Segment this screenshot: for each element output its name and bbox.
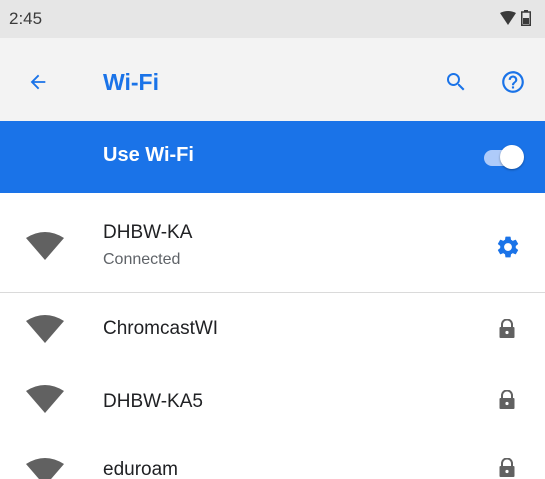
network-row-eduroam[interactable]: eduroam: [0, 436, 545, 479]
page-title: Wi-Fi: [103, 69, 159, 95]
search-button[interactable]: [438, 64, 474, 100]
status-icons: [500, 10, 531, 26]
wifi-signal-icon: [500, 11, 516, 25]
network-name: ChromcastWI: [103, 318, 219, 339]
status-time: 2:45: [9, 9, 43, 28]
wifi-signal-icon: [26, 385, 64, 413]
use-wifi-label: Use Wi-Fi: [103, 144, 194, 166]
network-name: DHBW-KA5: [103, 391, 203, 412]
search-icon: [447, 73, 465, 91]
back-button[interactable]: [20, 64, 56, 100]
app-bar: Wi-Fi: [0, 38, 545, 130]
wifi-toggle[interactable]: [484, 143, 524, 171]
arrow-back-icon: [30, 74, 46, 90]
battery-icon: [521, 10, 531, 26]
wifi-signal-icon: [26, 315, 64, 343]
lock-icon: [495, 388, 519, 412]
network-name: DHBW-KA: [103, 222, 193, 243]
network-row-chromcastwi[interactable]: ChromcastWI: [0, 293, 545, 366]
network-row-dhbw-ka[interactable]: DHBW-KA Connected: [0, 193, 545, 292]
network-name: eduroam: [103, 459, 178, 479]
network-settings-button[interactable]: [490, 229, 526, 265]
toggle-thumb: [500, 145, 524, 169]
wifi-signal-icon: [26, 232, 64, 260]
help-button[interactable]: [495, 64, 531, 100]
use-wifi-bar[interactable]: Use Wi-Fi: [0, 121, 545, 193]
gear-icon: [497, 236, 519, 258]
network-row-dhbw-ka5[interactable]: DHBW-KA5: [0, 366, 545, 436]
lock-icon: [495, 456, 519, 479]
network-status: Connected: [103, 251, 181, 268]
wifi-signal-icon: [26, 458, 64, 479]
help-icon: [502, 71, 524, 93]
status-bar: 2:45: [0, 0, 545, 38]
lock-icon: [495, 317, 519, 341]
